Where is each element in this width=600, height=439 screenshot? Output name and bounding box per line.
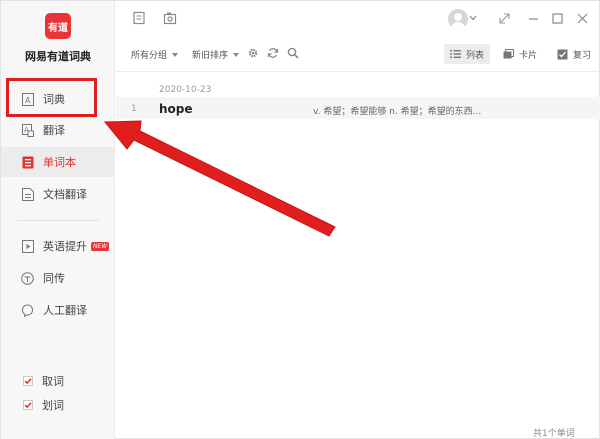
card-icon (503, 49, 514, 59)
document-icon (21, 187, 34, 201)
minimize-icon[interactable] (526, 11, 540, 25)
list-icon (450, 49, 461, 59)
sidebar-item-wordbook[interactable]: 单词本 (1, 147, 115, 177)
review-label: 复习 (573, 50, 592, 61)
review-button[interactable]: 复习 (551, 44, 597, 64)
view-list-button[interactable]: 列表 (444, 44, 491, 64)
human-translate-icon (21, 303, 34, 317)
sidebar-item-translate[interactable]: A 翻译 (1, 115, 115, 145)
caret-down-icon (172, 52, 179, 57)
toolbar-divider (116, 71, 600, 72)
maximize-icon[interactable] (550, 11, 564, 25)
notebook-icon[interactable] (132, 11, 146, 25)
select-word-label: 划词 (42, 399, 64, 412)
date-group-label: 2020-10-23 (159, 85, 212, 95)
group-filter-label: 所有分组 (131, 51, 168, 61)
select-word-checkbox[interactable] (23, 400, 33, 410)
user-avatar[interactable] (448, 9, 468, 29)
interpretation-icon (21, 271, 34, 285)
sidebar-item-english-boost[interactable]: 英语提升 NEW (1, 231, 115, 261)
new-badge: NEW (91, 241, 110, 251)
sort-label: 新旧排序 (192, 51, 229, 61)
row-number: 1 (131, 104, 137, 114)
sidebar-item-label: 人工翻译 (43, 304, 87, 317)
option-pick-word[interactable]: 取词 (23, 373, 64, 389)
annotation-highlight-box (6, 78, 97, 117)
screenshot-icon[interactable] (163, 11, 177, 25)
check-icon (24, 378, 32, 385)
group-filter-dropdown[interactable]: 所有分组 (131, 48, 179, 61)
app-name: 网易有道词典 (25, 50, 91, 63)
mini-mode-icon[interactable] (497, 11, 511, 25)
sidebar: 有道 网易有道词典 A 词典 A 翻译 单词本 文档翻译 英语提升 NEW 同传… (1, 1, 115, 439)
sync-icon[interactable] (267, 47, 279, 59)
sidebar-divider (17, 220, 99, 221)
logo-text: 有道 (48, 22, 68, 34)
pick-word-checkbox[interactable] (23, 376, 33, 386)
app-window: 有道 网易有道词典 A 词典 A 翻译 单词本 文档翻译 英语提升 NEW 同传… (0, 0, 600, 439)
sidebar-item-doc-translate[interactable]: 文档翻译 (1, 179, 115, 209)
caret-down-icon (233, 52, 240, 57)
sidebar-item-label: 单词本 (43, 156, 76, 169)
close-icon[interactable] (575, 11, 589, 25)
view-list-label: 列表 (466, 50, 485, 61)
search-icon[interactable] (287, 47, 299, 59)
sidebar-item-label: 英语提升 (43, 240, 87, 253)
sort-dropdown[interactable]: 新旧排序 (192, 48, 240, 61)
chevron-down-icon[interactable] (469, 14, 477, 22)
translate-icon: A (21, 123, 34, 137)
settings-gear-icon[interactable] (247, 47, 259, 59)
view-card-button[interactable]: 卡片 (497, 44, 543, 64)
view-card-label: 卡片 (519, 50, 538, 61)
pick-word-label: 取词 (42, 375, 64, 388)
row-definition: v. 希望；希望能够 n. 希望；希望的东西... (313, 107, 482, 117)
check-icon (24, 402, 32, 409)
word-count-status: 共1个单词 (533, 429, 575, 439)
sidebar-item-human-translate[interactable]: 人工翻译 (1, 295, 115, 325)
play-icon (21, 239, 34, 253)
row-word[interactable]: hope (159, 102, 193, 116)
sidebar-item-label: 翻译 (43, 124, 65, 137)
option-select-word[interactable]: 划词 (23, 397, 64, 413)
review-icon (557, 49, 568, 60)
app-logo: 有道 (45, 13, 71, 39)
sidebar-item-label: 同传 (43, 272, 65, 285)
sidebar-item-interpretation[interactable]: 同传 (1, 263, 115, 293)
wordbook-icon (21, 156, 34, 169)
sidebar-item-label: 文档翻译 (43, 188, 87, 201)
